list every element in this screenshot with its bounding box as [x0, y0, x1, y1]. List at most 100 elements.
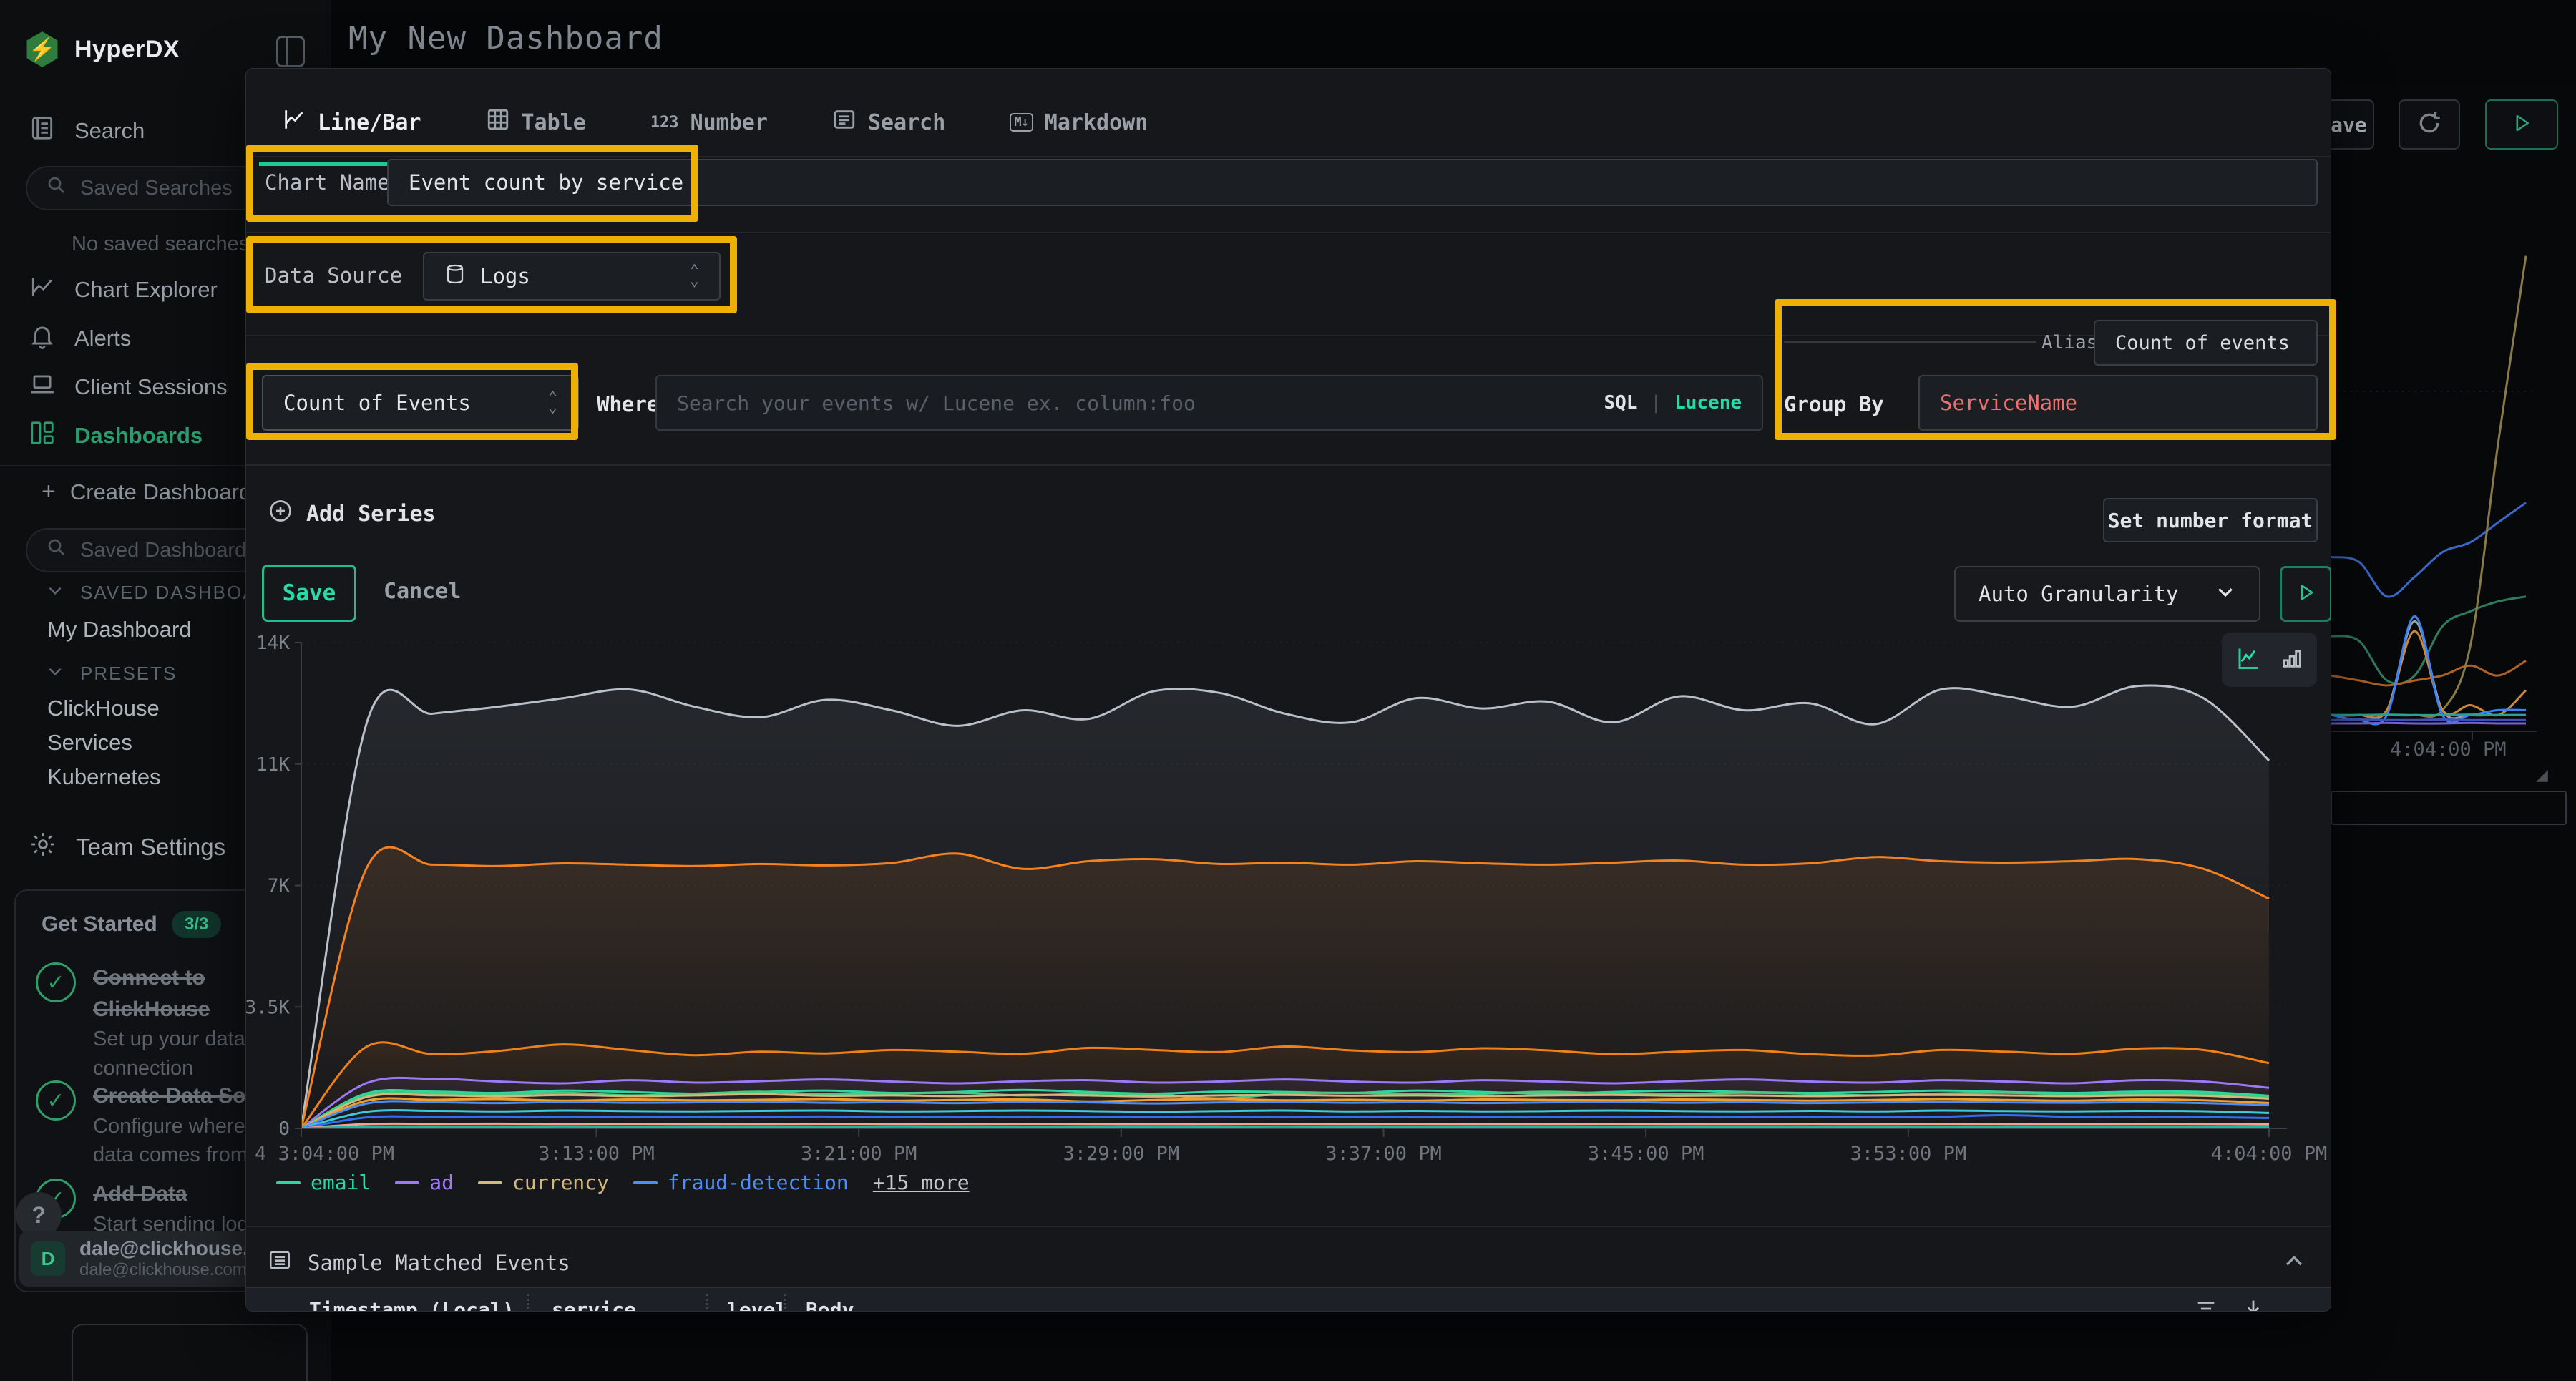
highlight-data-source [246, 236, 737, 313]
refresh-button[interactable] [2399, 99, 2460, 150]
legend-item[interactable]: currency [478, 1171, 609, 1194]
where-placeholder: Search your events w/ Lucene ex. column:… [677, 391, 1196, 415]
get-started-badge: 3/3 [172, 911, 221, 938]
page-title: My New Dashboard [348, 20, 663, 57]
sidebar-item-client-sessions[interactable]: Client Sessions [0, 371, 228, 404]
bg-series-line [2331, 256, 2526, 717]
tab-number[interactable]: 123 Number [628, 94, 791, 150]
svg-text:3:45:00 PM: 3:45:00 PM [1588, 1143, 1704, 1165]
circle-plus-icon [268, 498, 293, 530]
lucene-option[interactable]: Lucene [1674, 392, 1742, 414]
legend-more-link[interactable]: +15 more [873, 1171, 970, 1194]
app-root: My New Dashboard Save 4:04:00 PM ◢ ⚡ Hyp… [0, 0, 2576, 1381]
where-search-input[interactable]: Search your events w/ Lucene ex. column:… [655, 375, 1763, 431]
column-service[interactable]: service [552, 1298, 636, 1312]
row-divider [246, 464, 2331, 466]
set-number-format-label: Set number format [2108, 509, 2313, 532]
filter-icon[interactable] [2194, 1297, 2218, 1312]
legend-item[interactable]: email [276, 1171, 371, 1194]
sidebar-item-label: Client Sessions [74, 374, 228, 400]
plus-icon: + [42, 478, 56, 506]
tile-resize-handle[interactable]: ◢ [2536, 766, 2548, 784]
gear-icon [29, 830, 57, 864]
background-chart-x-tick: 4:04:00 PM [2390, 738, 2507, 761]
chevron-down-icon [2215, 581, 2236, 607]
sidebar-item-my-dashboard[interactable]: My Dashboard [47, 617, 192, 643]
toggle-separator: | [1650, 392, 1662, 414]
svg-text:14K: 14K [256, 633, 290, 654]
query-language-toggle[interactable]: SQL | Lucene [1604, 392, 1742, 414]
column-timestamp[interactable]: Timestamp (Local) [309, 1298, 514, 1312]
sidebar-item-dashboards[interactable]: Dashboards [0, 419, 203, 452]
create-dashboard-button[interactable]: + Create Dashboard [0, 478, 251, 506]
search-icon [46, 175, 67, 202]
tab-label: Number [691, 110, 768, 135]
legend-swatch [276, 1181, 301, 1184]
column-body[interactable]: Body [806, 1298, 854, 1312]
sidebar-item-chart-explorer[interactable]: Chart Explorer [0, 273, 218, 306]
play-icon [2296, 582, 2316, 606]
svg-text:4:04:00 PM: 4:04:00 PM [2211, 1143, 2328, 1165]
bg-series-line [2331, 715, 2526, 716]
saved-dashboards-placeholder: Saved Dashboards [80, 539, 257, 562]
row-divider [246, 232, 2331, 233]
legend-swatch [478, 1181, 502, 1184]
tab-line-bar[interactable]: Line/Bar [259, 94, 444, 150]
sidebar-item-team-settings[interactable]: Team Settings [0, 830, 225, 864]
svg-text:Aug 4 3:04:00 PM: Aug 4 3:04:00 PM [245, 1143, 394, 1165]
number-123-icon: 123 [650, 114, 679, 132]
legend-swatch [633, 1181, 658, 1184]
column-level[interactable]: level [727, 1298, 787, 1312]
sidebar-item-search[interactable]: Search [0, 114, 145, 147]
where-label: Where [597, 392, 659, 416]
svg-text:11K: 11K [256, 754, 290, 776]
search-list-icon [832, 107, 857, 137]
sidebar-item-kubernetes[interactable]: Kubernetes [47, 764, 161, 790]
chevron-down-icon [46, 581, 64, 605]
highlight-alias-groupby [1775, 299, 2336, 440]
legend-item[interactable]: fraud-detection [633, 1171, 849, 1194]
bg-series-line [2331, 503, 2526, 597]
brand-name: HyperDX [74, 36, 180, 64]
live-play-button[interactable] [2485, 99, 2558, 150]
section-label: PRESETS [80, 663, 177, 685]
chevron-down-icon [46, 662, 64, 685]
main-line-chart[interactable]: 14K11K7K3.5K0Aug 4 3:04:00 PM3:13:00 PM3… [275, 613, 2321, 1185]
sidebar-item-services[interactable]: Services [47, 730, 132, 756]
sidebar-collapse-icon[interactable] [276, 36, 305, 67]
download-icon[interactable] [2241, 1297, 2265, 1312]
sample-events-header: Sample Matched Events [268, 1248, 570, 1277]
tab-markdown[interactable]: M↓ Markdown [987, 94, 1171, 150]
legend-item[interactable]: ad [395, 1171, 454, 1194]
refresh-icon [2415, 109, 2444, 141]
svg-text:3:29:00 PM: 3:29:00 PM [1063, 1143, 1180, 1165]
tab-table[interactable]: Table [463, 94, 609, 150]
legend-swatch [395, 1181, 419, 1184]
legend-label: fraud-detection [668, 1171, 849, 1194]
tab-search[interactable]: Search [809, 94, 968, 150]
brand[interactable]: ⚡ HyperDX [24, 31, 180, 67]
list-icon [268, 1248, 292, 1277]
line-chart-icon [282, 107, 306, 137]
play-icon [2511, 112, 2532, 137]
tab-label: Line/Bar [318, 110, 421, 135]
section-presets[interactable]: PRESETS [46, 662, 177, 685]
granularity-value: Auto Granularity [1979, 582, 2178, 606]
bg-series-line [2331, 597, 2526, 684]
cancel-label: Cancel [384, 579, 461, 604]
svg-text:3:13:00 PM: 3:13:00 PM [538, 1143, 655, 1165]
sidebar-item-label: Chart Explorer [74, 277, 218, 303]
chevron-up-icon[interactable] [2282, 1249, 2306, 1277]
hyperdx-logo-icon: ⚡ [24, 31, 60, 67]
sidebar-item-clickhouse[interactable]: ClickHouse [47, 696, 160, 721]
sql-option[interactable]: SQL [1604, 392, 1637, 414]
cancel-button[interactable]: Cancel [384, 579, 461, 604]
editor-tabs: Line/Bar Table 123 Number Search [259, 94, 1171, 150]
background-empty-field[interactable] [2331, 791, 2567, 825]
sidebar-item-alerts[interactable]: Alerts [0, 322, 131, 355]
svg-text:3.5K: 3.5K [245, 997, 290, 1018]
chart-explorer-icon [29, 273, 56, 306]
highlight-aggfn [246, 363, 578, 440]
set-number-format-button[interactable]: Set number format [2103, 498, 2318, 542]
add-series-button[interactable]: Add Series [268, 498, 436, 530]
